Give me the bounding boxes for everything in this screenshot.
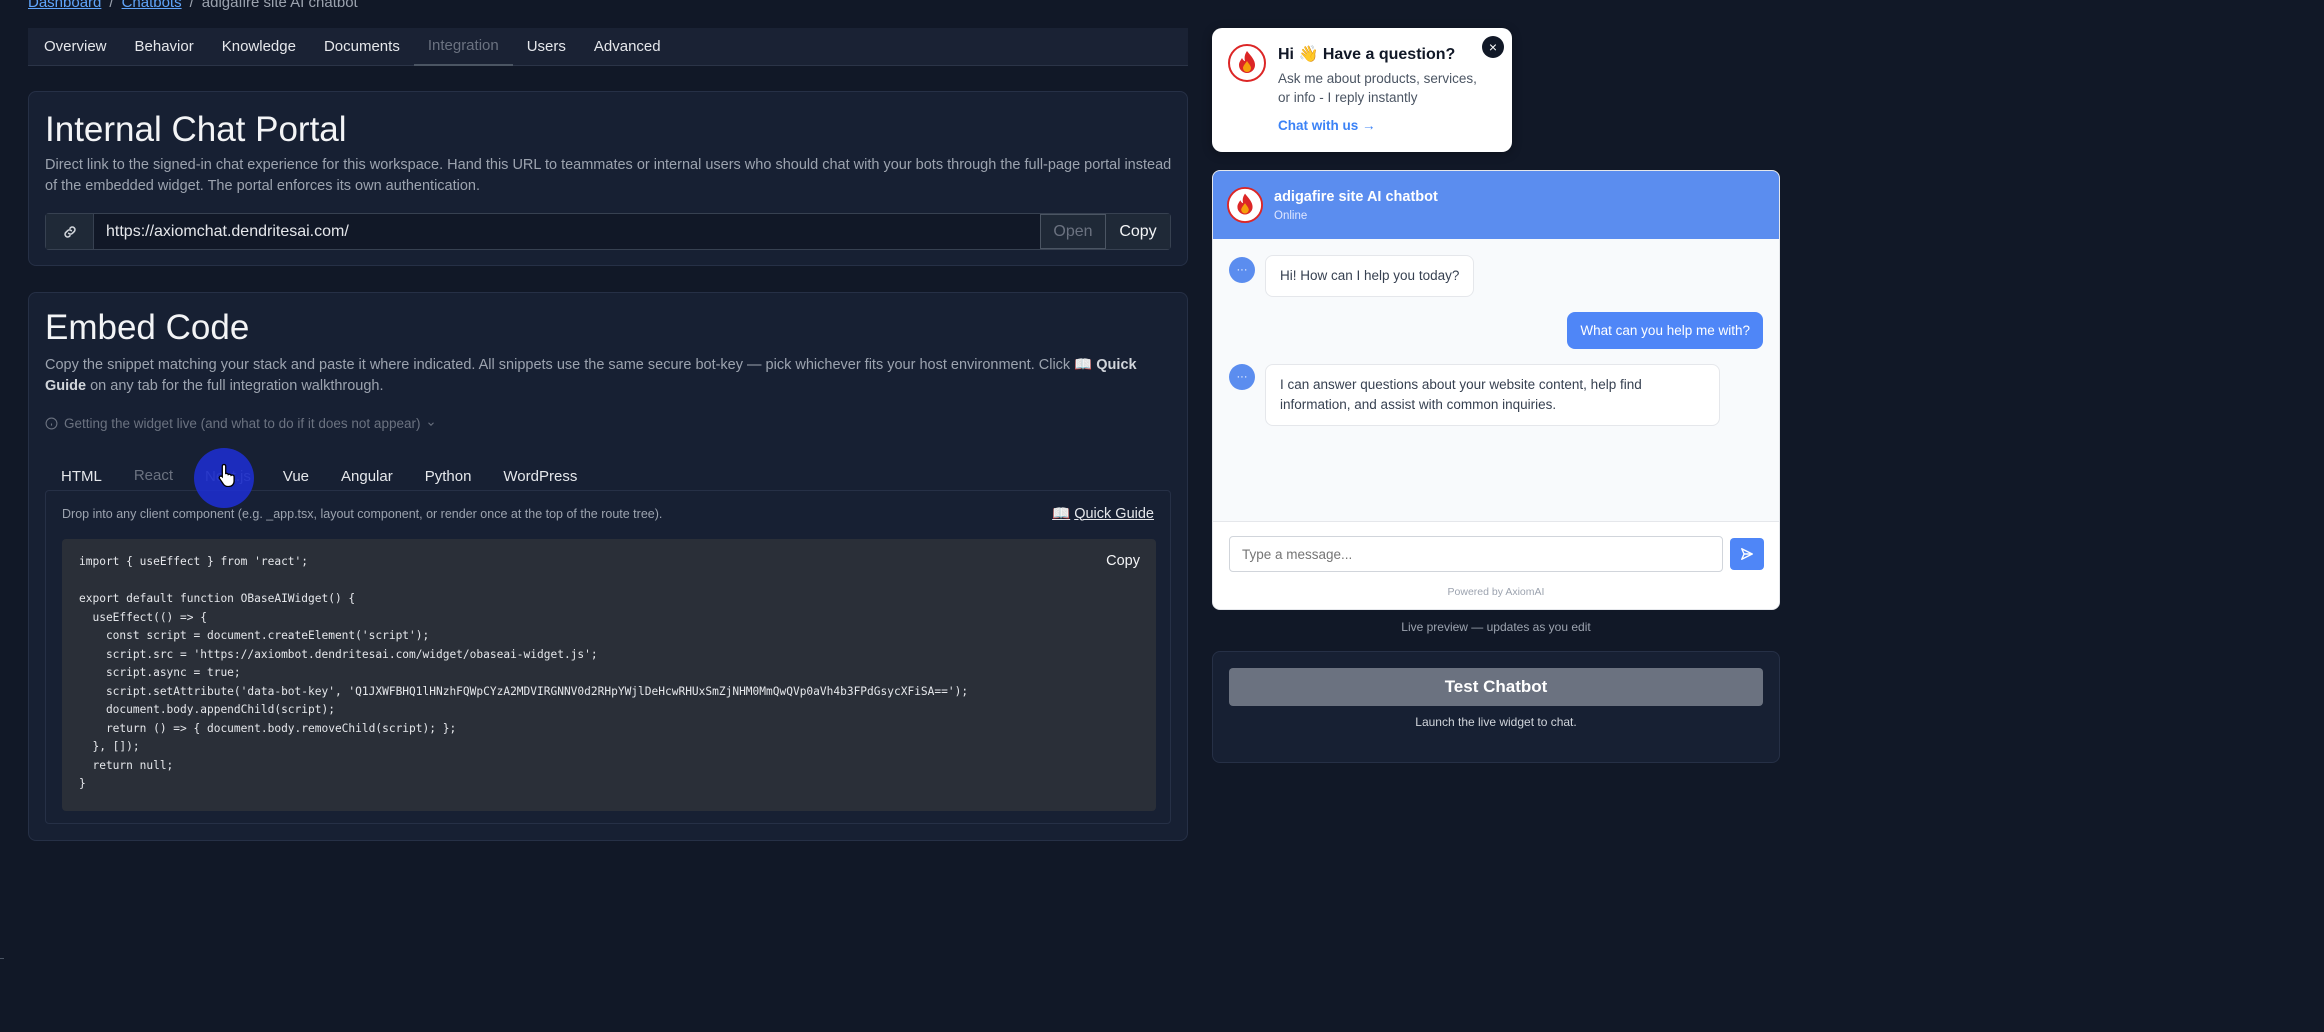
bot-logo-icon (1227, 187, 1263, 223)
bot-message: Hi! How can I help you today? (1265, 255, 1475, 297)
breadcrumb-dashboard-link[interactable]: Dashboard (28, 0, 101, 11)
tab-integration[interactable]: Integration (413, 28, 513, 66)
message-input[interactable] (1229, 536, 1723, 572)
quick-guide-link[interactable]: 📖 Quick Guide (1052, 505, 1154, 523)
breadcrumb-separator: / (109, 0, 114, 11)
tab-overview[interactable]: Overview (44, 28, 121, 66)
tab-advanced[interactable]: Advanced (580, 28, 675, 66)
book-icon: 📖 (1052, 506, 1071, 522)
getting-live-label: Getting the widget live (and what to do … (64, 416, 421, 431)
bot-logo-icon (1228, 44, 1266, 82)
bot-avatar-icon: ··· (1229, 257, 1255, 283)
portal-url-field[interactable] (94, 214, 1040, 249)
chat-invite-popup[interactable]: Hi 👋 Have a question? Ask me about produ… (1212, 28, 1512, 152)
link-icon (46, 214, 94, 249)
send-button[interactable] (1730, 538, 1764, 570)
widget-header: adigafire site AI chatbot Online (1213, 171, 1779, 239)
internal-chat-portal-card: Internal Chat Portal Direct link to the … (28, 91, 1188, 266)
embed-description: Copy the snippet matching your stack and… (45, 355, 1165, 397)
close-popup-button[interactable]: × (1482, 36, 1504, 58)
portal-title: Internal Chat Portal (45, 110, 347, 149)
widget-input-area: Powered by AxiomAI (1213, 521, 1779, 609)
chat-widget-preview: adigafire site AI chatbot Online ··· Hi!… (1212, 170, 1780, 610)
powered-by: Powered by AxiomAI (1447, 586, 1545, 598)
bot-avatar-icon: ··· (1229, 364, 1255, 390)
test-chatbot-subtitle: Launch the live widget to chat. (1415, 715, 1577, 729)
embed-description-text: Copy the snippet matching your stack and… (45, 357, 1097, 373)
breadcrumb-chatbots-link[interactable]: Chatbots (122, 0, 182, 11)
popup-title: Hi 👋 Have a question? (1278, 46, 1456, 63)
test-chatbot-button[interactable]: Test Chatbot (1229, 668, 1763, 706)
close-icon: × (1488, 39, 1498, 55)
divider (0, 958, 4, 959)
chat-with-us-link[interactable]: Chat with us → (1278, 118, 1376, 133)
quick-guide-label: Quick Guide (1074, 505, 1154, 522)
bot-message: I can answer questions about your websit… (1265, 364, 1720, 426)
getting-live-toggle[interactable]: Getting the widget live (and what to do … (45, 416, 436, 431)
settings-tabs: Overview Behavior Knowledge Documents In… (28, 28, 1188, 66)
breadcrumb: Dashboard / Chatbots / adigafire site AI… (28, 0, 358, 11)
user-message: What can you help me with? (1567, 312, 1763, 349)
chevron-down-icon (428, 421, 435, 426)
tab-knowledge[interactable]: Knowledge (208, 28, 310, 66)
tab-documents[interactable]: Documents (310, 28, 414, 66)
code-snippet-box: import { useEffect } from 'react'; expor… (62, 539, 1156, 811)
breadcrumb-current: adigafire site AI chatbot (201, 0, 358, 11)
info-icon (45, 417, 58, 430)
test-chatbot-card: Test Chatbot Launch the live widget to c… (1212, 651, 1780, 763)
copy-portal-url-button[interactable]: Copy (1106, 214, 1170, 249)
hand-cursor-icon (218, 463, 235, 487)
open-portal-button[interactable]: Open (1040, 214, 1106, 249)
code-snippet[interactable]: import { useEffect } from 'react'; expor… (79, 553, 968, 794)
code-panel: Drop into any client component (e.g. _ap… (45, 490, 1171, 824)
breadcrumb-separator: / (189, 0, 194, 11)
live-preview-note: Live preview — updates as you edit (1401, 620, 1591, 634)
send-icon (1741, 548, 1753, 560)
copy-code-button[interactable]: Copy (1106, 553, 1140, 569)
tab-behavior[interactable]: Behavior (121, 28, 208, 66)
embed-code-card: Embed Code Copy the snippet matching you… (28, 292, 1188, 841)
popup-body: Ask me about products, services, or info… (1278, 71, 1477, 105)
widget-status: Online (1274, 210, 1308, 222)
tab-users[interactable]: Users (513, 28, 580, 66)
embed-title: Embed Code (45, 308, 250, 347)
portal-description: Direct link to the signed-in chat experi… (45, 157, 1172, 194)
widget-title: adigafire site AI chatbot (1274, 189, 1438, 205)
portal-url-row: Open Copy (45, 213, 1171, 250)
code-hint: Drop into any client component (e.g. _ap… (62, 507, 663, 521)
embed-description-text-end: on any tab for the full integration walk… (86, 378, 384, 394)
